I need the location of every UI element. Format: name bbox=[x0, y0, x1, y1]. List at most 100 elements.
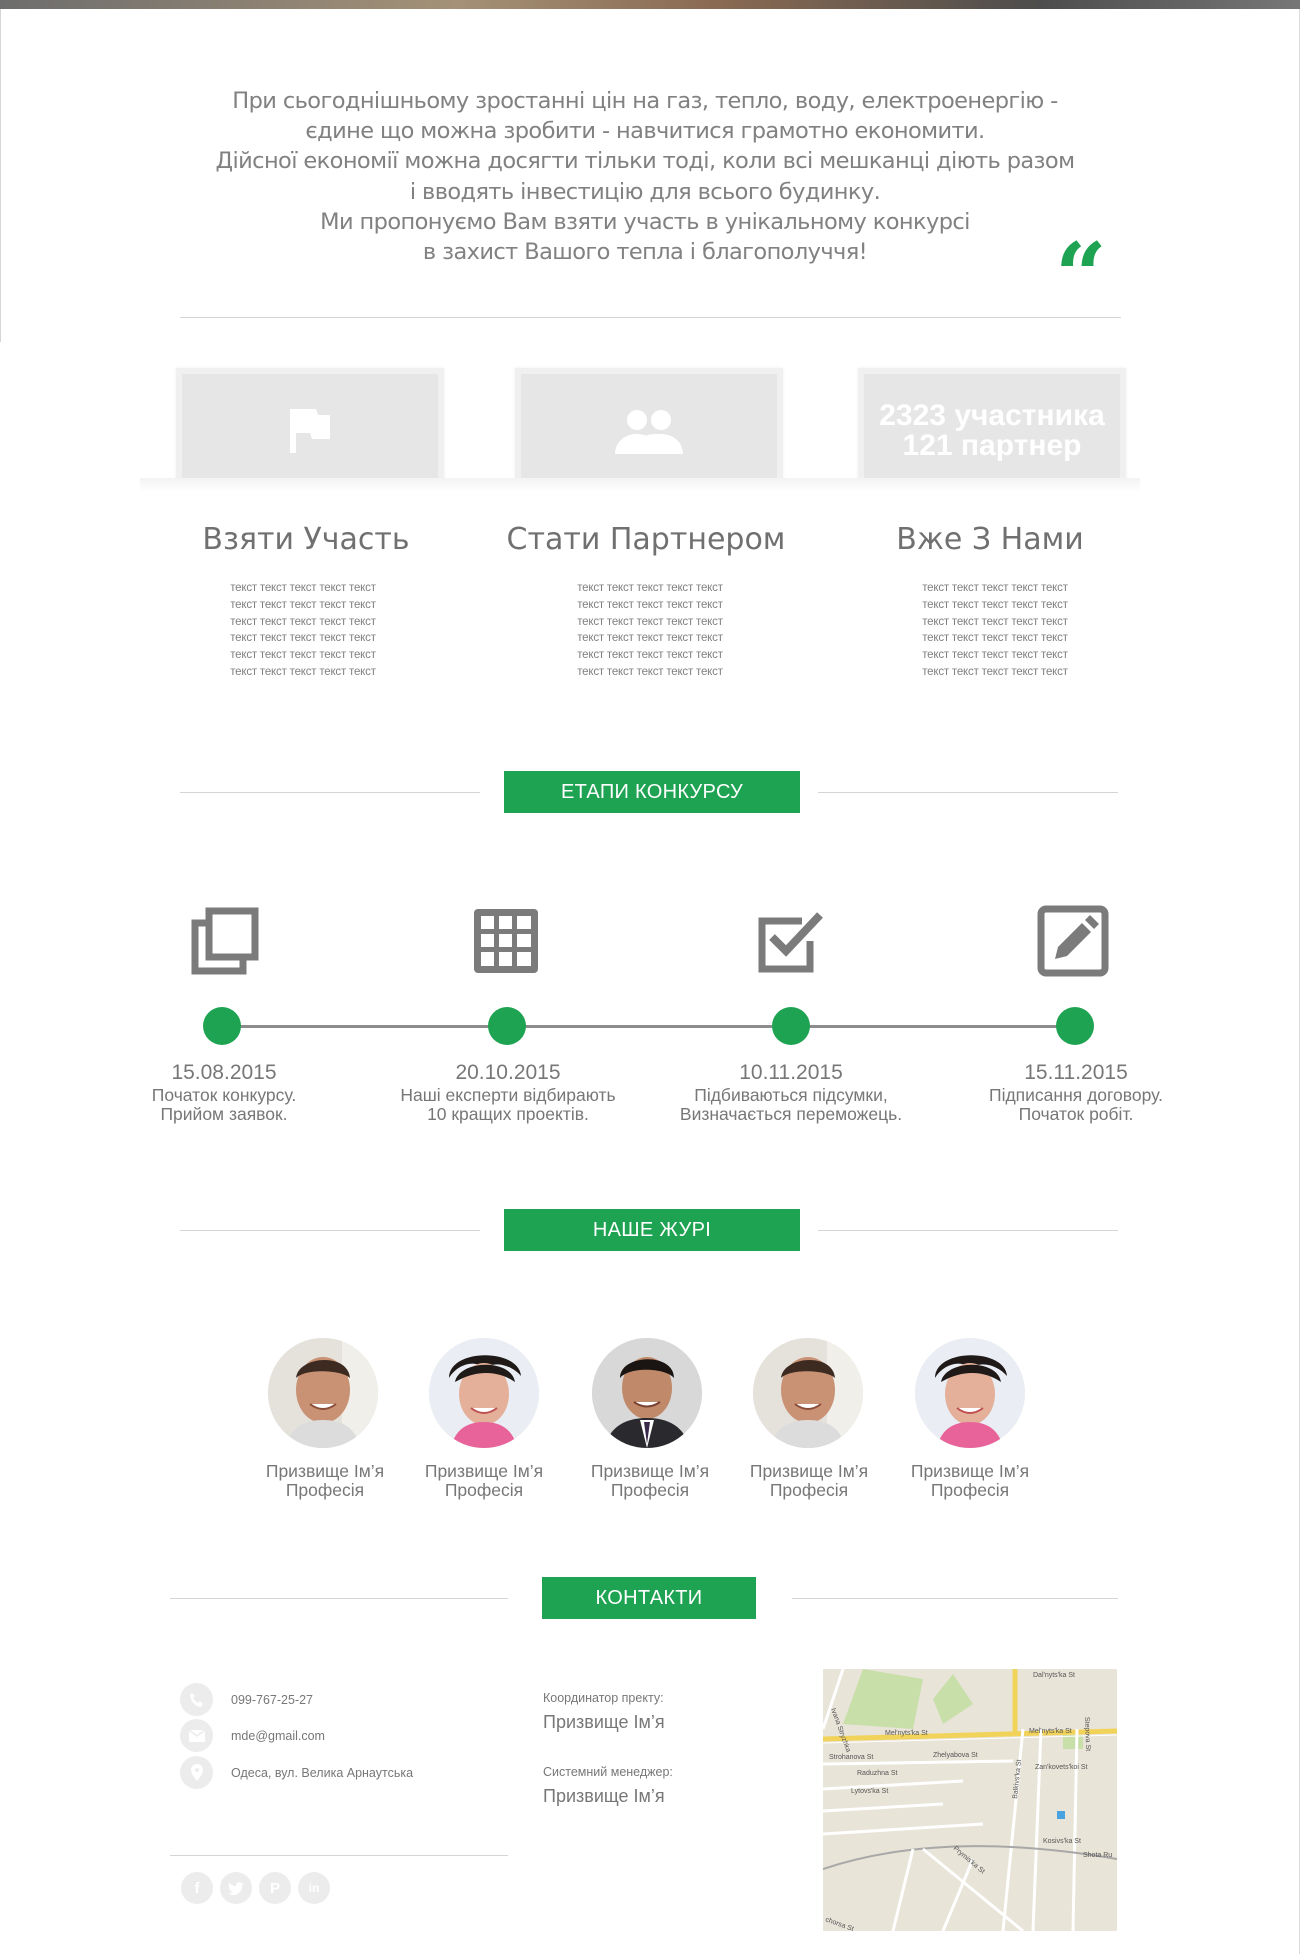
jury-role: Професія bbox=[769, 1480, 849, 1500]
mail-icon bbox=[180, 1719, 213, 1752]
manager-label: Системний менеджер: bbox=[543, 1765, 673, 1779]
quote-mark-icon: “ bbox=[1055, 223, 1107, 329]
divider bbox=[180, 792, 480, 793]
twitter-icon[interactable] bbox=[220, 1872, 252, 1904]
jury-name: Призвище Ім’я bbox=[910, 1461, 1030, 1481]
jury-member: Призвище Ім’я Професія bbox=[580, 1462, 720, 1500]
map-street-label: Zhelyabova St bbox=[933, 1752, 978, 1759]
card-title-participate[interactable]: Взяти Участь bbox=[156, 522, 456, 557]
jury-name: Призвище Ім’я bbox=[590, 1461, 710, 1481]
map-street-label: Lytovs'ka St bbox=[851, 1788, 888, 1795]
card-text: текст текст текст текст текст текст текс… bbox=[577, 582, 723, 678]
phone-number[interactable]: 099-767-25-27 bbox=[231, 1693, 313, 1707]
stage-desc: 10 кращих проектів. bbox=[427, 1104, 589, 1124]
divider bbox=[180, 317, 1121, 318]
intro-line: Ми пропонуємо Вам взяти участь в унікаль… bbox=[320, 208, 970, 235]
jury-member: Призвище Ім’я Професія bbox=[414, 1462, 554, 1500]
cards-shadow bbox=[140, 478, 1140, 492]
card-image-participate[interactable] bbox=[176, 368, 444, 488]
card-image-stats[interactable]: 2323 участника 121 партнер bbox=[858, 368, 1126, 488]
manager-name: Призвище Ім’я bbox=[543, 1786, 665, 1806]
email-link[interactable]: mde@gmail.com bbox=[231, 1729, 325, 1743]
stage-desc: Наші експерти відбирають bbox=[400, 1085, 616, 1105]
intro-quote: При сьогоднішньому зростанні цін на газ,… bbox=[160, 86, 1130, 267]
stage-desc: Підбиваються підсумки, bbox=[694, 1085, 888, 1105]
stage-1: 15.08.2015 Початок конкурсу. Прийом заяв… bbox=[94, 1060, 354, 1124]
edit-icon bbox=[1037, 905, 1109, 977]
copy-icon bbox=[191, 907, 259, 975]
map-street-label: Mel'nyts'ka St bbox=[885, 1730, 928, 1737]
map-street-label: Dal'nyts'ka St bbox=[1033, 1672, 1075, 1679]
grid-icon bbox=[474, 909, 538, 973]
coordinator-name: Призвище Ім’я bbox=[543, 1712, 665, 1732]
phone-icon bbox=[180, 1683, 213, 1716]
facebook-icon[interactable]: f bbox=[181, 1872, 213, 1904]
location-map[interactable]: Dal'nyts'ka St Mel'nyts'ka St Mel'nyts'k… bbox=[823, 1669, 1117, 1931]
jury-name: Призвище Ім’я bbox=[424, 1461, 544, 1481]
stage-desc: Початок робіт. bbox=[1018, 1104, 1134, 1124]
timeline-dot[interactable] bbox=[772, 1007, 810, 1045]
stage-desc: Початок конкурсу. bbox=[151, 1085, 297, 1105]
map-street-label: Stepova St bbox=[1083, 1717, 1091, 1752]
map-street-label: Zan'kovets'koi St bbox=[1035, 1764, 1088, 1771]
stage-date: 20.10.2015 bbox=[455, 1061, 561, 1084]
map-street-label: Kosivs'ka St bbox=[1043, 1838, 1081, 1845]
timeline-dot[interactable] bbox=[1056, 1007, 1094, 1045]
card-title-partner[interactable]: Стати Партнером bbox=[496, 522, 796, 557]
stage-4: 15.11.2015 Підписання договору. Початок … bbox=[946, 1060, 1206, 1124]
jury-name: Призвище Ім’я bbox=[265, 1461, 385, 1481]
divider bbox=[818, 792, 1118, 793]
jury-role: Професія bbox=[444, 1480, 524, 1500]
jury-role: Професія bbox=[285, 1480, 365, 1500]
contact-email: mde@gmail.com bbox=[180, 1719, 325, 1752]
divider bbox=[170, 1598, 508, 1599]
contacts-heading: КОНТАКТИ bbox=[542, 1577, 756, 1619]
stage-desc: Прийом заявок. bbox=[160, 1104, 288, 1124]
jury-heading: НАШЕ ЖУРІ bbox=[504, 1209, 800, 1251]
avatar[interactable] bbox=[592, 1338, 702, 1448]
linkedin-icon[interactable]: in bbox=[298, 1872, 330, 1904]
timeline-dot[interactable] bbox=[488, 1007, 526, 1045]
divider bbox=[818, 1230, 1118, 1231]
intro-line: в захист Вашого тепла і благополуччя! bbox=[422, 239, 868, 266]
avatar[interactable] bbox=[753, 1338, 863, 1448]
stage-2: 20.10.2015 Наші експерти відбирають 10 к… bbox=[378, 1060, 638, 1124]
intro-line: Дійсної економії можна досягти тільки то… bbox=[215, 148, 1076, 175]
stages-heading: ЕТАПИ КОНКУРСУ bbox=[504, 771, 800, 813]
map-street-label: Raduzhna St bbox=[857, 1770, 898, 1777]
card-image-partner[interactable] bbox=[515, 368, 783, 488]
intro-line: і вводять інвестицію для всього будинку. bbox=[409, 178, 881, 205]
stage-date: 15.08.2015 bbox=[171, 1061, 277, 1084]
address-text: Одеса, вул. Велика Арнаутська bbox=[231, 1765, 414, 1780]
stage-desc: Підписання договору. bbox=[989, 1085, 1163, 1105]
map-street-label: Strohanova St bbox=[829, 1754, 873, 1761]
jury-member: Призвище Ім’я Професія bbox=[739, 1462, 879, 1500]
divider bbox=[180, 1230, 480, 1231]
avatar[interactable] bbox=[915, 1338, 1025, 1448]
people-icon bbox=[615, 410, 683, 454]
stat-partners: 121 партнер bbox=[902, 429, 1082, 462]
card-title-with-us[interactable]: Вже З Нами bbox=[840, 522, 1140, 557]
avatar[interactable] bbox=[429, 1338, 539, 1448]
checkbox-icon bbox=[758, 912, 823, 973]
header-photo-strip bbox=[0, 0, 1300, 9]
location-pin-icon bbox=[180, 1756, 213, 1789]
flag-icon bbox=[290, 409, 330, 453]
pinterest-icon[interactable]: P bbox=[259, 1872, 291, 1904]
card-text: текст текст текст текст текст текст текс… bbox=[230, 582, 376, 678]
jury-name: Призвище Ім’я bbox=[749, 1461, 869, 1481]
stage-date: 15.11.2015 bbox=[1024, 1061, 1128, 1084]
intro-line: При сьогоднішньому зростанні цін на газ,… bbox=[232, 88, 1058, 114]
coordinator-label: Координатор пректу: bbox=[543, 1691, 664, 1705]
jury-role: Професія bbox=[930, 1480, 1010, 1500]
map-street-label: Shota Ru bbox=[1083, 1852, 1112, 1859]
intro-line: єдине що можна зробити - навчитися грамо… bbox=[305, 118, 985, 145]
avatar[interactable] bbox=[268, 1338, 378, 1448]
stage-3: 10.11.2015 Підбиваються підсумки, Визнач… bbox=[661, 1060, 921, 1124]
contact-address: Одеса, вул. Велика Арнаутська bbox=[180, 1756, 413, 1789]
timeline-dot[interactable] bbox=[203, 1007, 241, 1045]
divider bbox=[170, 1855, 508, 1856]
stage-date: 10.11.2015 bbox=[739, 1061, 843, 1084]
jury-role: Професія bbox=[610, 1480, 690, 1500]
jury-member: Призвище Ім’я Професія bbox=[255, 1462, 395, 1500]
